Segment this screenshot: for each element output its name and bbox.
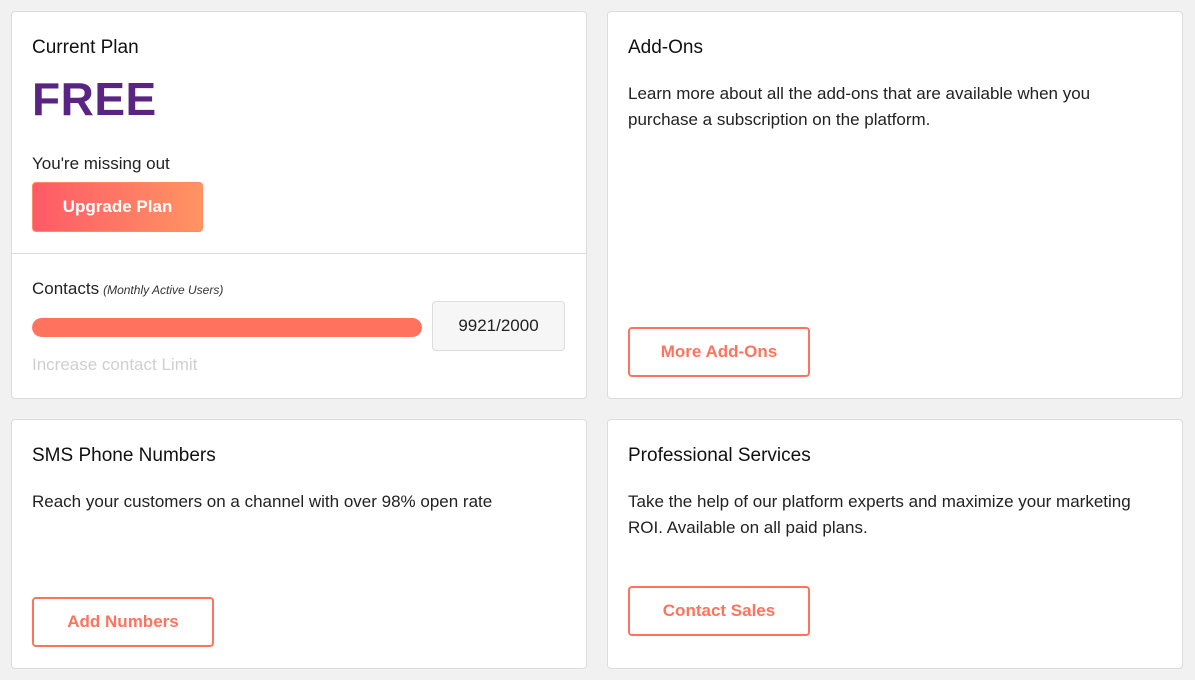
- upgrade-plan-button[interactable]: Upgrade Plan: [32, 182, 203, 232]
- contacts-sublabel: (Monthly Active Users): [103, 283, 224, 297]
- add-numbers-button[interactable]: Add Numbers: [32, 597, 214, 647]
- contacts-progress-bar: [32, 318, 422, 337]
- contact-sales-button[interactable]: Contact Sales: [628, 586, 810, 636]
- contacts-progress-fill: [32, 318, 422, 337]
- contacts-label-row: Contacts (Monthly Active Users): [32, 279, 223, 299]
- more-addons-button[interactable]: More Add-Ons: [628, 327, 810, 377]
- professional-description: Take the help of our platform experts an…: [628, 492, 1131, 537]
- current-plan-card: Current Plan FREE You're missing out Upg…: [11, 11, 587, 399]
- addons-card: Add-Ons Learn more about all the add-ons…: [607, 11, 1183, 399]
- contacts-usage-count: 9921/2000: [432, 301, 565, 351]
- missing-out-text: You're missing out: [32, 154, 170, 173]
- contacts-label: Contacts: [32, 279, 100, 298]
- addons-title: Add-Ons: [628, 37, 703, 58]
- professional-services-card: Professional Services Take the help of o…: [607, 419, 1183, 669]
- sms-numbers-card: SMS Phone Numbers Reach your customers o…: [11, 419, 587, 669]
- current-plan-title: Current Plan: [32, 37, 139, 58]
- addons-description: Learn more about all the add-ons that ar…: [628, 84, 1091, 129]
- increase-contact-limit-link[interactable]: Increase contact Limit: [32, 355, 197, 375]
- professional-title: Professional Services: [628, 445, 811, 466]
- sms-description: Reach your customers on a channel with o…: [32, 492, 493, 511]
- section-divider: [12, 253, 586, 254]
- sms-title: SMS Phone Numbers: [32, 445, 216, 466]
- plan-name: FREE: [32, 73, 157, 125]
